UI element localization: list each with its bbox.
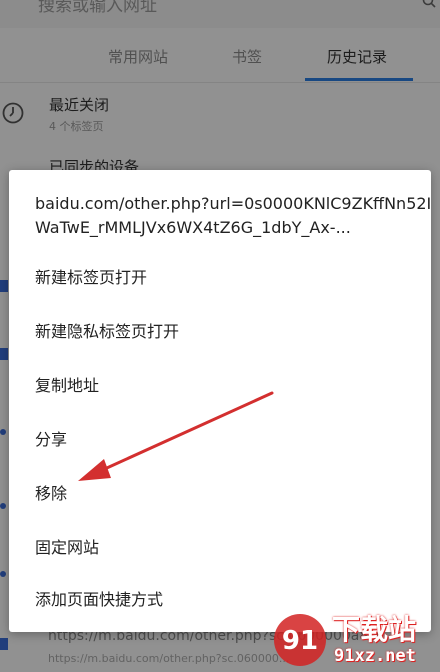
menu-item-label: 复制地址 bbox=[35, 376, 100, 395]
menu-item-open-private-tab[interactable]: 新建隐私标签页打开 bbox=[9, 306, 431, 352]
context-menu: baidu.com/other.php?url=0s0000KNlC9ZKffN… bbox=[9, 170, 431, 632]
watermark-domain: 91xz.net bbox=[334, 646, 416, 666]
watermark-badge-text: 91 bbox=[282, 626, 318, 656]
menu-item-label: 添加页面快捷方式 bbox=[35, 590, 164, 609]
menu-item-label: 固定网站 bbox=[35, 538, 100, 557]
menu-item-remove[interactable]: 移除 bbox=[9, 468, 431, 514]
watermark-badge-icon: 91 bbox=[274, 614, 326, 666]
menu-item-label: 新建标签页打开 bbox=[35, 268, 148, 287]
menu-item-label: 新建隐私标签页打开 bbox=[35, 322, 180, 341]
watermark-title: 下载站 bbox=[332, 613, 417, 646]
menu-item-label: 移除 bbox=[35, 484, 68, 503]
menu-item-share[interactable]: 分享 bbox=[9, 414, 431, 460]
context-menu-url: baidu.com/other.php?url=0s0000KNlC9ZKffN… bbox=[35, 194, 431, 237]
menu-item-copy-address[interactable]: 复制地址 bbox=[9, 360, 431, 406]
menu-item-pin-site[interactable]: 固定网站 bbox=[9, 522, 431, 568]
menu-item-open-new-tab[interactable]: 新建标签页打开 bbox=[9, 252, 431, 298]
menu-item-label: 分享 bbox=[35, 430, 68, 449]
watermark-logo: 91 下载站 91xz.net bbox=[268, 606, 440, 672]
